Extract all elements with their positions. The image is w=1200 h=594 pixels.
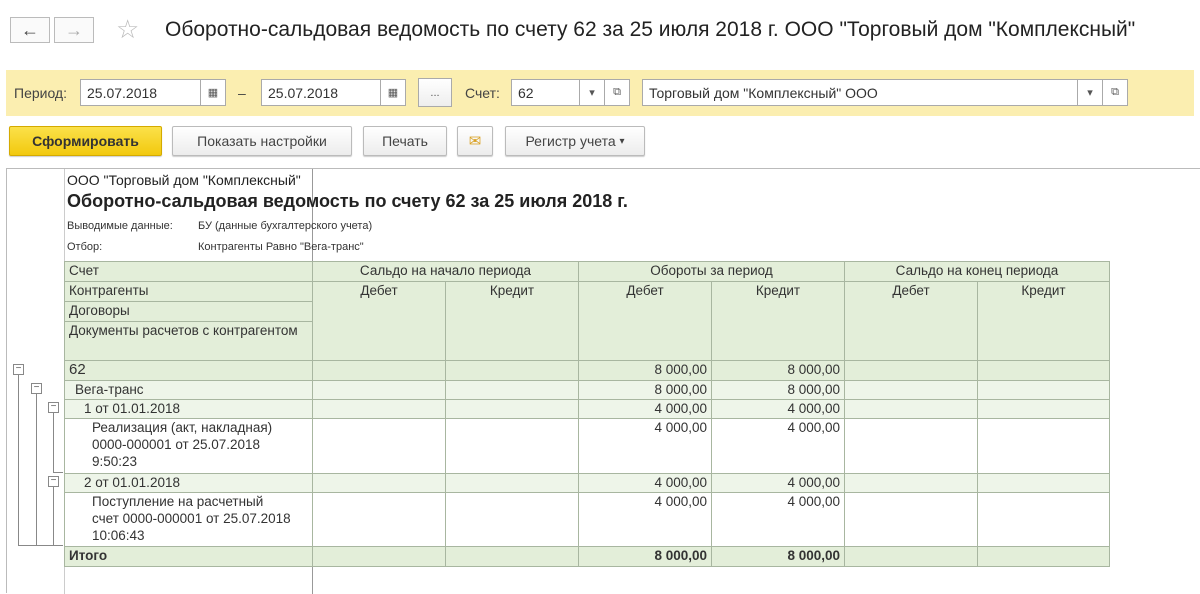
header-row: Контрагенты Дебет Кредит Дебет Кредит Де… <box>64 281 1110 361</box>
date-from-input[interactable]: 25.07.2018 <box>80 79 201 106</box>
header-row: Счет Сальдо на начало периода Обороты за… <box>64 261 1110 282</box>
calendar-icon[interactable]: ▦ <box>200 79 226 106</box>
header-debit: Дебет <box>844 281 978 361</box>
period-select-button[interactable]: ... <box>418 78 452 107</box>
turnover-debit: 4 000,00 <box>578 492 712 547</box>
header-debit: Дебет <box>312 281 446 361</box>
table-row[interactable]: Реализация (акт, накладная) 0000-000001 … <box>64 418 1110 474</box>
email-envelope-icon[interactable]: ✉ <box>457 126 493 156</box>
header-turnover: Обороты за период <box>578 261 845 282</box>
table-row[interactable]: 2 от 01.01.2018 4 000,00 4 000,00 <box>64 473 1110 493</box>
header-opening: Сальдо на начало периода <box>312 261 579 282</box>
row-name: 1 от 01.01.2018 <box>64 399 313 419</box>
row-name: Вега-транс <box>64 380 313 400</box>
favorite-star-icon[interactable]: ☆ <box>116 14 139 45</box>
chevron-down-icon: ▾ <box>619 135 625 147</box>
calendar-icon[interactable]: ▦ <box>380 79 406 106</box>
report-org: ООО "Торговый дом "Комплексный" <box>67 172 301 188</box>
forward-button[interactable]: → <box>54 17 94 43</box>
row-name: 2 от 01.01.2018 <box>64 473 313 493</box>
generate-button[interactable]: Сформировать <box>9 126 162 156</box>
table-row[interactable]: Поступление на расчетный счет 0000-00000… <box>64 492 1110 547</box>
window-title: Оборотно-сальдовая ведомость по счету 62… <box>165 18 1136 41</box>
tree-line <box>53 487 63 546</box>
header-counterparties: Контрагенты <box>64 281 313 302</box>
total-row[interactable]: Итого 8 000,00 8 000,00 <box>64 546 1110 567</box>
total-credit: 8 000,00 <box>711 546 845 567</box>
turnover-credit: 4 000,00 <box>711 492 845 547</box>
filter-value: Контрагенты Равно "Вега-транс" <box>198 241 364 253</box>
collapse-icon[interactable]: − <box>31 383 42 394</box>
turnover-credit: 8 000,00 <box>711 380 845 400</box>
turnover-debit: 8 000,00 <box>578 380 712 400</box>
output-value: БУ (данные бухгалтерского учета) <box>198 220 373 232</box>
report-title: Оборотно-сальдовая ведомость по счету 62… <box>67 191 628 211</box>
back-button[interactable]: ← <box>10 17 50 43</box>
show-settings-button[interactable]: Показать настройки <box>172 126 352 156</box>
turnover-debit: 4 000,00 <box>578 418 712 474</box>
turnover-credit: 4 000,00 <box>711 473 845 493</box>
turnover-credit: 8 000,00 <box>711 360 845 381</box>
turnover-credit: 4 000,00 <box>711 418 845 474</box>
open-icon[interactable]: ⧉ <box>1102 79 1128 106</box>
print-button[interactable]: Печать <box>363 126 447 156</box>
report-table: Счет Сальдо на начало периода Обороты за… <box>64 261 1110 567</box>
table-row[interactable]: Вега-транс 8 000,00 8 000,00 <box>64 380 1110 400</box>
chevron-down-icon[interactable]: ▾ <box>1077 79 1103 106</box>
account-input[interactable]: 62 <box>511 79 580 106</box>
header-credit: Кредит <box>977 281 1110 361</box>
account-label: Счет: <box>465 85 500 101</box>
open-icon[interactable]: ⧉ <box>604 79 630 106</box>
organization-input[interactable]: Торговый дом "Комплексный" ООО <box>642 79 1078 106</box>
tree-line <box>53 413 63 473</box>
total-label: Итого <box>64 546 313 567</box>
filter-label: Отбор: <box>67 241 103 253</box>
header-closing: Сальдо на конец периода <box>844 261 1110 282</box>
header-account: Счет <box>64 261 313 282</box>
collapse-icon[interactable]: − <box>48 402 59 413</box>
table-row[interactable]: 1 от 01.01.2018 4 000,00 4 000,00 <box>64 399 1110 419</box>
turnover-debit: 4 000,00 <box>578 473 712 493</box>
row-name: Поступление на расчетный счет 0000-00000… <box>64 492 313 547</box>
turnover-debit: 8 000,00 <box>578 360 712 381</box>
row-name: Реализация (акт, накладная) 0000-000001 … <box>64 418 313 474</box>
output-label: Выводимые данные: <box>67 220 173 232</box>
header-debit: Дебет <box>578 281 712 361</box>
date-to-input[interactable]: 25.07.2018 <box>261 79 381 106</box>
total-debit: 8 000,00 <box>578 546 712 567</box>
header-credit: Кредит <box>445 281 579 361</box>
period-label: Период: <box>14 85 67 101</box>
table-row[interactable]: 62 8 000,00 8 000,00 <box>64 360 1110 381</box>
collapse-icon[interactable]: − <box>48 476 59 487</box>
header-credit: Кредит <box>711 281 845 361</box>
turnover-debit: 4 000,00 <box>578 399 712 419</box>
turnover-credit: 4 000,00 <box>711 399 845 419</box>
register-label: Регистр учета <box>525 133 616 149</box>
chevron-down-icon[interactable]: ▾ <box>579 79 605 106</box>
header-documents: Документы расчетов с контрагентом <box>64 321 313 361</box>
register-dropdown-button[interactable]: Регистр учета ▾ <box>505 126 645 156</box>
header-contracts: Договоры <box>64 301 313 322</box>
row-name: 62 <box>64 360 313 381</box>
collapse-icon[interactable]: − <box>13 364 24 375</box>
dash: – <box>238 85 246 101</box>
report-area: ООО "Торговый дом "Комплексный" Оборотно… <box>6 168 1200 594</box>
